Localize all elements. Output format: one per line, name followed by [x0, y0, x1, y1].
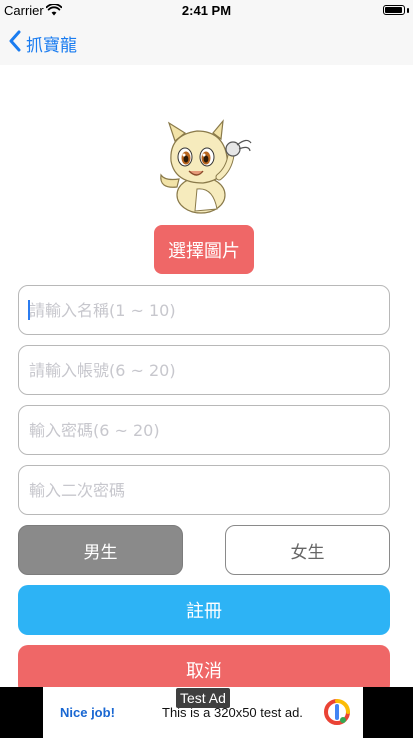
navigation-bar: 抓寶龍: [0, 22, 413, 65]
password-input[interactable]: [18, 405, 390, 455]
status-time: 2:41 PM: [181, 3, 232, 18]
gender-female-button[interactable]: 女生: [225, 525, 390, 575]
confirm-password-input[interactable]: [18, 465, 390, 515]
test-ad-label: Test Ad: [176, 688, 230, 708]
battery-tip: [407, 8, 409, 13]
back-button[interactable]: 抓寶龍: [8, 30, 77, 56]
battery-level: [385, 7, 402, 13]
ad-nice-job-text: Nice job!: [60, 705, 115, 720]
status-bar: Carrier 2:41 PM: [0, 0, 413, 22]
battery-icon: [383, 5, 405, 15]
choose-image-button[interactable]: 選擇圖片: [154, 225, 254, 274]
chevron-left-icon: [8, 30, 22, 57]
text-caret: [28, 300, 30, 320]
account-input[interactable]: [18, 345, 390, 395]
mascot-image: [160, 119, 252, 214]
name-input[interactable]: [18, 285, 390, 335]
admob-logo-icon: [323, 698, 351, 731]
back-label: 抓寶龍: [26, 35, 77, 56]
gender-male-button[interactable]: 男生: [18, 525, 183, 575]
register-button[interactable]: 註冊: [18, 585, 390, 635]
avatar[interactable]: [157, 117, 253, 215]
